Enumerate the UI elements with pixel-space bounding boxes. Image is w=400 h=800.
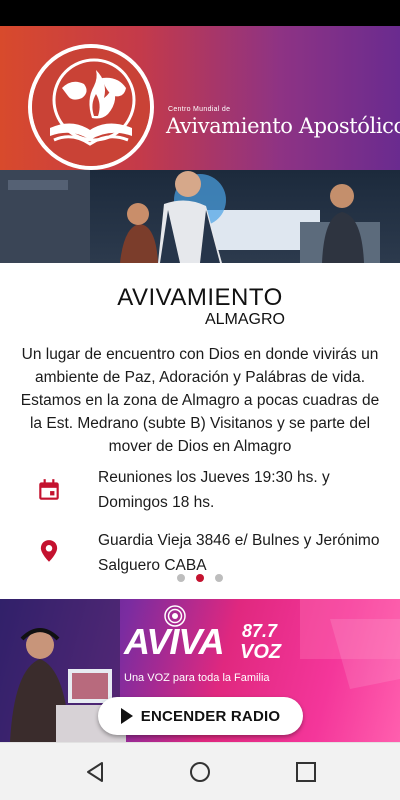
radio-tagline: Una VOZ para toda la Familia: [124, 672, 270, 684]
schedule-text: Reuniones los Jueves 19:30 hs. y Domingo…: [98, 469, 330, 511]
home-circle-icon[interactable]: [185, 757, 215, 787]
schedule-row: Reuniones los Jueves 19:30 hs. y Domingo…: [0, 465, 400, 519]
church-title: AVIVAMIENTO: [117, 284, 283, 311]
radio-frequency: 87.7: [242, 621, 278, 641]
carousel-dot[interactable]: [177, 574, 185, 582]
carousel-dot[interactable]: [215, 574, 223, 582]
church-location: ALMAGRO: [204, 311, 285, 328]
back-triangle-icon[interactable]: [80, 757, 110, 787]
play-icon: [120, 708, 133, 724]
system-nav-bar: [0, 742, 400, 800]
carousel-dot-active[interactable]: [196, 574, 204, 582]
turn-on-radio-button[interactable]: ENCENDER RADIO: [98, 697, 303, 735]
address-text: Guardia Vieja 3846 e/ Bulnes y Jerónimo …: [98, 532, 380, 574]
location-pin-icon: [40, 540, 58, 562]
radio-brand-suffix: VOZ: [240, 641, 282, 663]
turn-on-radio-label: ENCENDER RADIO: [140, 707, 281, 725]
radio-brand-name: AVIVA: [124, 621, 225, 662]
radio-banner: AVIVA 87.7 VOZ Una VOZ para toda la Fami…: [0, 599, 400, 742]
radio-brand-logo: AVIVA 87.7 VOZ: [124, 613, 294, 673]
globe-flame-book-icon: [32, 48, 150, 166]
calendar-icon: [39, 479, 59, 500]
church-description: Un lugar de encuentro con Dios en donde …: [20, 346, 380, 455]
church-logo: [28, 44, 154, 170]
status-bar: [0, 0, 400, 26]
app-header: Centro Mundial de Avivamiento Apostólico: [0, 26, 400, 170]
worship-photo: [0, 170, 400, 263]
org-name: Avivamiento Apostólico: [166, 114, 400, 138]
org-subtitle: Centro Mundial de: [168, 106, 231, 113]
recents-square-icon[interactable]: [291, 757, 321, 787]
carousel-indicator: [0, 574, 400, 584]
